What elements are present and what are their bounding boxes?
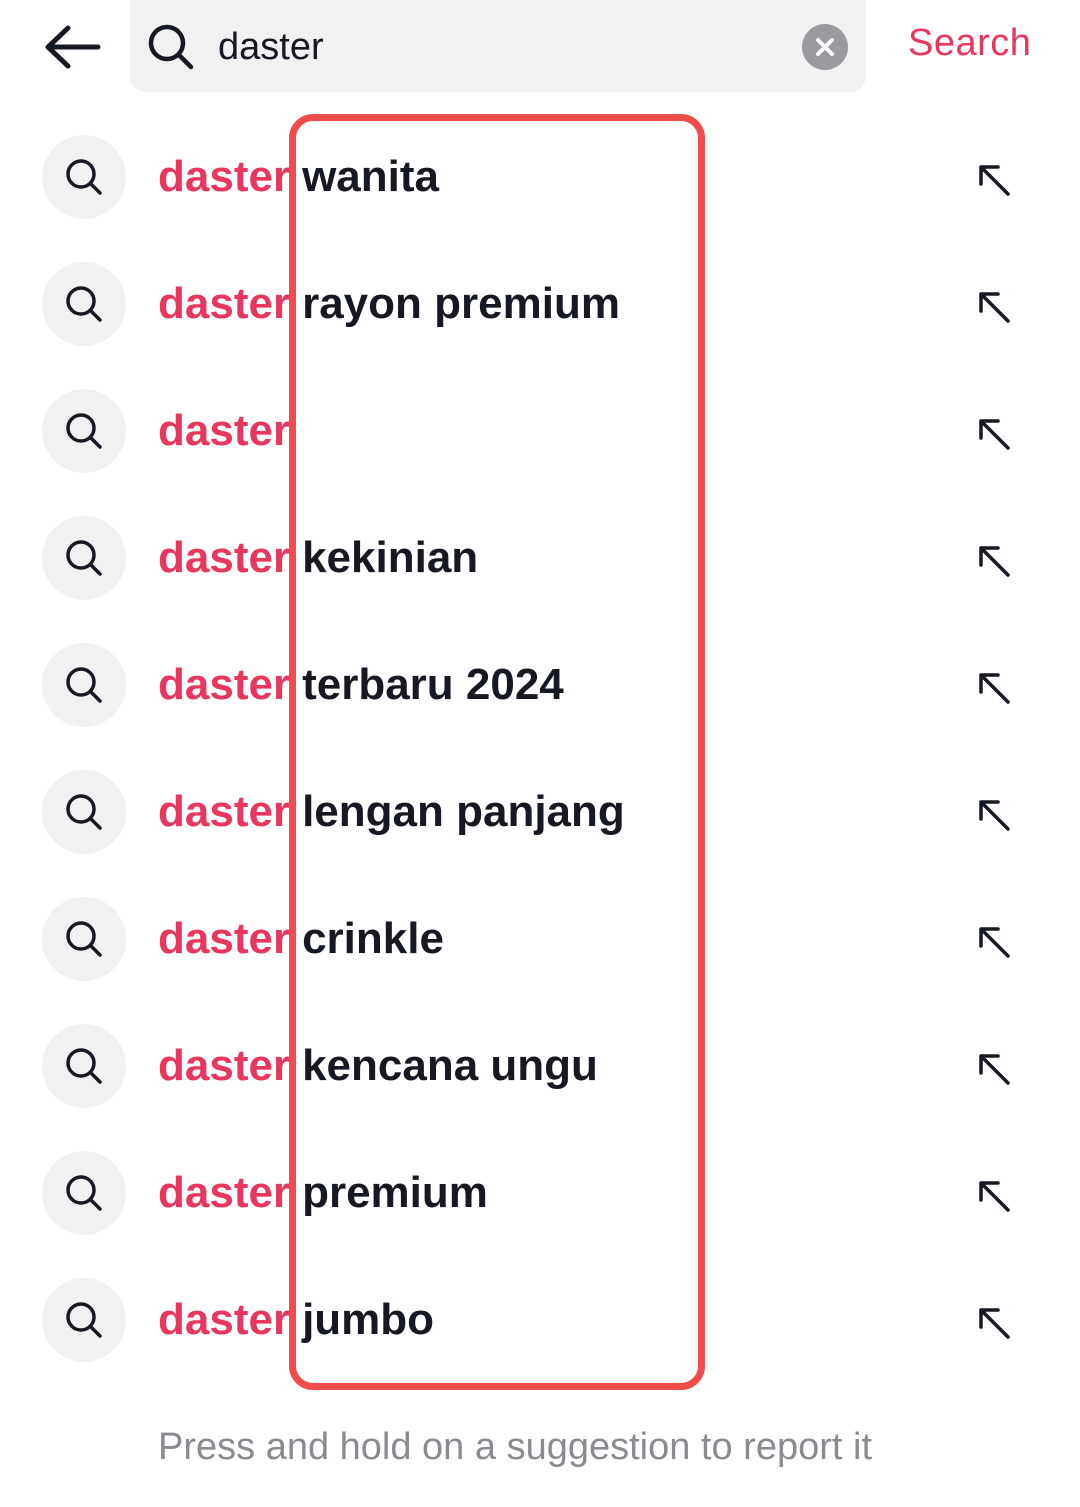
suggestion-search-icon-badge (42, 135, 126, 219)
search-icon (66, 1175, 102, 1211)
suggestion-completion: crinkle (302, 914, 444, 963)
suggestion-text: daster lengan panjang (158, 787, 625, 837)
search-button[interactable]: Search (908, 22, 1031, 65)
suggestion-completion: kekinian (302, 533, 479, 582)
arrow-up-left-icon (979, 1181, 1010, 1212)
suggestion-completion: wanita (302, 152, 439, 201)
search-icon (66, 540, 102, 576)
suggestion-query: daster (158, 152, 291, 201)
suggestion-text: daster (158, 406, 302, 456)
fill-suggestion-button[interactable] (966, 787, 1022, 843)
suggestion-query: daster (158, 279, 291, 328)
suggestion-search-icon-badge (42, 1024, 126, 1108)
arrow-up-left-icon (979, 1308, 1010, 1339)
suggestion-text: daster crinkle (158, 914, 444, 964)
suggestion-completion: kencana ungu (302, 1041, 598, 1090)
suggestion-query: daster (158, 914, 291, 963)
suggestion-item[interactable]: daster (0, 368, 1080, 495)
suggestion-text: daster kekinian (158, 533, 478, 583)
search-icon (66, 1048, 102, 1084)
suggestion-completion: jumbo (302, 1295, 435, 1344)
suggestion-text: daster jumbo (158, 1295, 434, 1345)
fill-suggestion-button[interactable] (966, 152, 1022, 208)
arrow-up-left-icon (979, 165, 1010, 196)
suggestion-search-icon-badge (42, 389, 126, 473)
suggestion-item[interactable]: daster kencana ungu (0, 1003, 1080, 1130)
suggestion-search-icon-badge (42, 897, 126, 981)
suggestion-search-icon-badge (42, 1151, 126, 1235)
suggestion-search-icon-badge (42, 516, 126, 600)
suggestion-item[interactable]: daster kekinian (0, 495, 1080, 622)
suggestion-completion: rayon premium (302, 279, 620, 328)
suggestion-query: daster (158, 1041, 291, 1090)
suggestion-item[interactable]: daster rayon premium (0, 241, 1080, 368)
back-button[interactable] (40, 18, 104, 76)
suggestion-item[interactable]: daster premium (0, 1130, 1080, 1257)
suggestion-search-icon-badge (42, 1278, 126, 1362)
suggestion-completion: premium (302, 1168, 488, 1217)
clear-icon (816, 38, 834, 56)
fill-suggestion-button[interactable] (966, 406, 1022, 462)
search-icon (66, 1302, 102, 1338)
arrow-up-left-icon (979, 927, 1010, 958)
search-icon (66, 921, 102, 957)
search-icon (66, 286, 102, 322)
arrow-up-left-icon (979, 800, 1010, 831)
arrow-up-left-icon (979, 292, 1010, 323)
suggestion-text: daster premium (158, 1168, 488, 1218)
fill-suggestion-button[interactable] (966, 1041, 1022, 1097)
arrow-left-icon (45, 25, 101, 69)
suggestion-query: daster (158, 406, 291, 455)
fill-suggestion-button[interactable] (966, 1168, 1022, 1224)
suggestion-query: daster (158, 1168, 291, 1217)
suggestion-query: daster (158, 787, 291, 836)
search-icon (66, 667, 102, 703)
suggestion-query: daster (158, 533, 291, 582)
arrow-up-left-icon (979, 673, 1010, 704)
fill-suggestion-button[interactable] (966, 914, 1022, 970)
suggestion-text: daster rayon premium (158, 279, 620, 329)
suggestion-query: daster (158, 660, 291, 709)
suggestion-completion: terbaru 2024 (302, 660, 564, 709)
clear-button[interactable] (802, 24, 848, 70)
suggestion-item[interactable]: daster lengan panjang (0, 749, 1080, 876)
arrow-up-left-icon (979, 419, 1010, 450)
suggestion-item[interactable]: daster wanita (0, 114, 1080, 241)
search-input[interactable] (216, 16, 840, 78)
suggestion-item[interactable]: daster crinkle (0, 876, 1080, 1003)
arrow-up-left-icon (979, 546, 1010, 577)
suggestion-text: daster wanita (158, 152, 439, 202)
fill-suggestion-button[interactable] (966, 1295, 1022, 1351)
fill-suggestion-button[interactable] (966, 533, 1022, 589)
suggestion-text: daster terbaru 2024 (158, 660, 564, 710)
fill-suggestion-button[interactable] (966, 660, 1022, 716)
suggestion-search-icon-badge (42, 643, 126, 727)
suggestion-search-icon-badge (42, 770, 126, 854)
search-icon (66, 413, 102, 449)
fill-suggestion-button[interactable] (966, 279, 1022, 335)
suggestion-text: daster kencana ungu (158, 1041, 598, 1091)
suggestion-item[interactable]: daster terbaru 2024 (0, 622, 1080, 749)
suggestion-search-icon-badge (42, 262, 126, 346)
search-icon (66, 159, 102, 195)
arrow-up-left-icon (979, 1054, 1010, 1085)
search-icon (66, 794, 102, 830)
suggestion-completion: lengan panjang (302, 787, 625, 836)
report-hint-text: Press and hold on a suggestion to report… (158, 1426, 873, 1468)
suggestion-item[interactable]: daster jumbo (0, 1257, 1080, 1384)
search-icon (148, 24, 194, 70)
suggestion-query: daster (158, 1295, 291, 1344)
search-bar[interactable] (130, 0, 866, 92)
